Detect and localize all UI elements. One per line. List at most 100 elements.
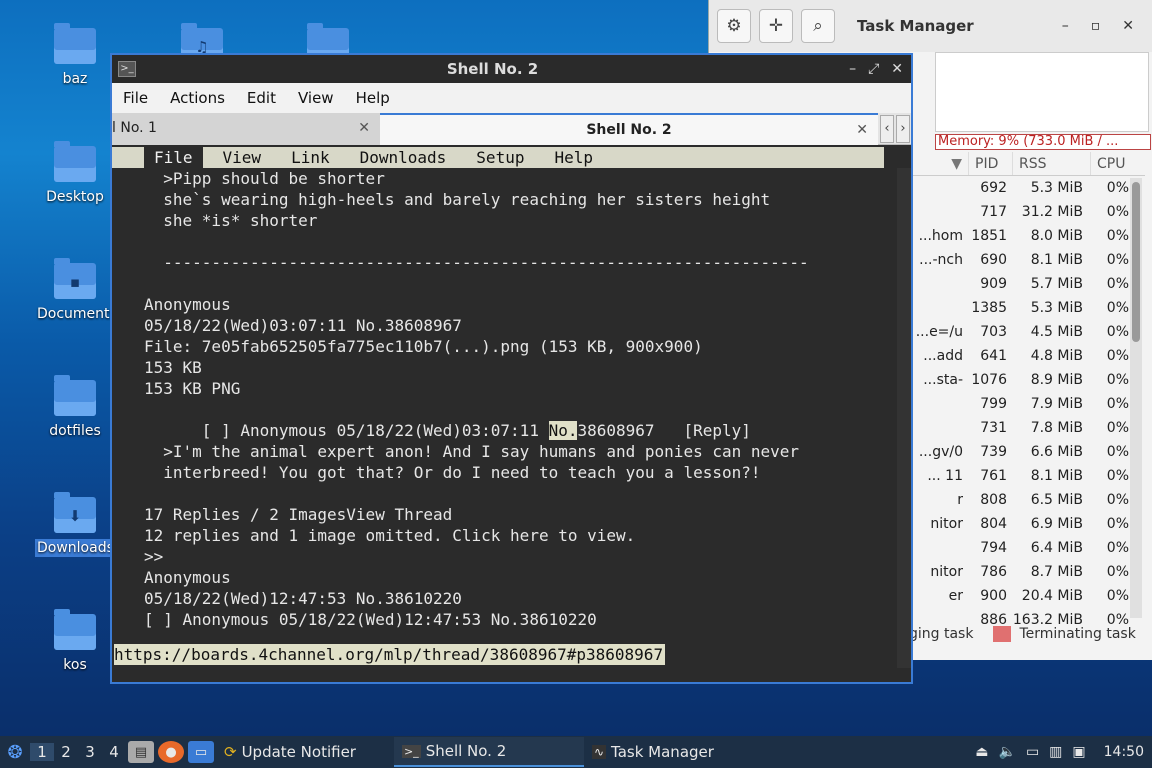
- task-update-notifier[interactable]: ⟳ Update Notifier: [216, 737, 364, 767]
- window-icon[interactable]: ▭: [188, 741, 214, 763]
- task-shell-no-2[interactable]: >_ Shell No. 2: [393, 737, 584, 767]
- volume-icon[interactable]: 🔈: [999, 744, 1016, 760]
- lynx-menu-file[interactable]: File: [144, 147, 203, 168]
- process-row[interactable]: er 900 20.4 MiB 0%: [913, 584, 1135, 608]
- column-header-rss[interactable]: RSS: [1013, 152, 1091, 175]
- menu-edit[interactable]: Edit: [236, 89, 287, 107]
- file-manager-icon[interactable]: ▤: [128, 741, 154, 763]
- workspace-2[interactable]: 2: [54, 743, 78, 761]
- process-row[interactable]: 1385 5.3 MiB 0%: [913, 296, 1135, 320]
- process-row[interactable]: 692 5.3 MiB 0%: [913, 176, 1135, 200]
- tab-scroll-left-icon[interactable]: ‹: [880, 115, 894, 143]
- maximize-icon[interactable]: ▫: [1091, 18, 1101, 34]
- process-rss: 7.8 MiB: [1030, 420, 1083, 436]
- crosshair-icon[interactable]: ✛: [759, 9, 793, 43]
- eject-icon[interactable]: ⏏: [975, 744, 988, 760]
- process-row[interactable]: 909 5.7 MiB 0%: [913, 272, 1135, 296]
- settings-gear-icon[interactable]: ⚙: [717, 9, 751, 43]
- process-row[interactable]: r 808 6.5 MiB 0%: [913, 488, 1135, 512]
- column-header-pid[interactable]: PID: [969, 152, 1013, 175]
- tab-label: l No. 1: [112, 120, 157, 136]
- process-pid: 1385: [971, 300, 1007, 316]
- legend-terminating-label: Terminating task: [1019, 626, 1136, 642]
- process-cpu: 0%: [1106, 420, 1129, 436]
- task-label: Update Notifier: [241, 743, 356, 761]
- desktop-icon-dotfiles[interactable]: dotfiles: [35, 375, 115, 440]
- menu-view[interactable]: View: [287, 89, 345, 107]
- tab-shell-2[interactable]: Shell No. 2 ✕: [380, 113, 878, 145]
- process-row[interactable]: hom... 1851 8.0 MiB 0%: [913, 224, 1135, 248]
- process-row[interactable]: 717 31.2 MiB 0%: [913, 200, 1135, 224]
- maximize-icon[interactable]: ⤢: [868, 61, 879, 77]
- menu-help[interactable]: Help: [345, 89, 401, 107]
- desktop-icon-documents[interactable]: ▪ Documents: [35, 258, 117, 323]
- menu-file[interactable]: File: [112, 89, 159, 107]
- network-icon[interactable]: ▭: [1026, 744, 1039, 760]
- workspace-3[interactable]: 3: [78, 743, 102, 761]
- process-row[interactable]: 799 7.9 MiB 0%: [913, 392, 1135, 416]
- desktop-icon-baz[interactable]: baz: [35, 23, 115, 88]
- process-cpu: 0%: [1106, 564, 1129, 580]
- lynx-menu-setup[interactable]: Setup: [466, 147, 534, 168]
- clock[interactable]: 14:50: [1104, 744, 1144, 760]
- process-rss: 5.7 MiB: [1030, 276, 1083, 292]
- desktop-icon-kos[interactable]: kos: [35, 609, 115, 674]
- tab-shell-1[interactable]: l No. 1 ✕: [112, 113, 380, 145]
- process-cpu: 0%: [1106, 276, 1129, 292]
- process-list-scrollbar[interactable]: [1130, 178, 1142, 618]
- column-header-cpu[interactable]: CPU: [1091, 152, 1137, 175]
- process-name: nitor: [930, 516, 963, 532]
- process-name: r: [957, 492, 963, 508]
- shell-menubar: File Actions Edit View Help: [112, 83, 911, 113]
- tab-scroll-right-icon[interactable]: ›: [896, 115, 910, 143]
- terminal-content[interactable]: File View Link Downloads Setup Help >Pip…: [112, 147, 911, 682]
- process-row[interactable]: -sta... 1076 8.9 MiB 0%: [913, 368, 1135, 392]
- process-row[interactable]: nitor 786 8.7 MiB 0%: [913, 560, 1135, 584]
- process-row[interactable]: e=/u... 703 4.5 MiB 0%: [913, 320, 1135, 344]
- process-row[interactable]: nch-... 690 8.1 MiB 0%: [913, 248, 1135, 272]
- minimize-icon[interactable]: –: [849, 61, 856, 77]
- process-row[interactable]: 731 7.8 MiB 0%: [913, 416, 1135, 440]
- downloads-folder-icon: ⬇: [54, 492, 96, 533]
- workspace-4[interactable]: 4: [102, 743, 126, 761]
- clipboard-icon[interactable]: ▥: [1049, 744, 1062, 760]
- close-icon[interactable]: ✕: [1122, 18, 1134, 34]
- highlighted-link[interactable]: No.: [548, 421, 578, 440]
- desktop-icon-downloads[interactable]: ⬇ Downloads: [35, 492, 115, 557]
- terminal-scrollbar[interactable]: [897, 168, 911, 668]
- terminal-line: she`s wearing high-heels and barely reac…: [144, 190, 771, 209]
- reply-line[interactable]: [ ] Anonymous 05/18/22(Wed)03:07:11 No.3…: [144, 399, 751, 440]
- workspace-1[interactable]: 1: [30, 743, 54, 761]
- process-row[interactable]: 11 ... 761 8.1 MiB 0%: [913, 464, 1135, 488]
- process-name: [913, 272, 963, 296]
- process-pid: 641: [980, 348, 1007, 364]
- desktop-icon-label: dotfiles: [49, 423, 101, 439]
- close-icon[interactable]: ✕: [891, 61, 903, 77]
- process-pid: 703: [980, 324, 1007, 340]
- terminal-line: File: 7e05fab652505fa775ec110b7(...).png…: [144, 337, 703, 356]
- shell-window[interactable]: >_ Shell No. 2 – ⤢ ✕ File Actions Edit V…: [110, 53, 913, 684]
- process-row[interactable]: 0/gv... 739 6.6 MiB 0%: [913, 440, 1135, 464]
- lynx-menu-downloads[interactable]: Downloads: [350, 147, 457, 168]
- desktop-icon-desktop[interactable]: Desktop: [35, 141, 115, 206]
- start-menu-icon[interactable]: ❂: [0, 737, 30, 767]
- process-cpu: 0%: [1106, 540, 1129, 556]
- shell-titlebar[interactable]: >_ Shell No. 2 – ⤢ ✕: [112, 55, 911, 83]
- close-tab-icon[interactable]: ✕: [358, 113, 370, 143]
- process-row[interactable]: 794 6.4 MiB 0%: [913, 536, 1135, 560]
- process-rss: 8.9 MiB: [1030, 372, 1083, 388]
- sort-arrow-icon[interactable]: ▼: [913, 152, 969, 175]
- lynx-menu-view[interactable]: View: [213, 147, 272, 168]
- minimize-icon[interactable]: –: [1062, 18, 1069, 34]
- process-name: [913, 176, 963, 200]
- process-row[interactable]: nitor 804 6.9 MiB 0%: [913, 512, 1135, 536]
- lynx-menu-help[interactable]: Help: [544, 147, 603, 168]
- search-icon[interactable]: ⌕: [801, 9, 835, 43]
- firefox-icon[interactable]: ●: [158, 741, 184, 763]
- task-task-manager[interactable]: ∿ Task Manager: [584, 737, 722, 767]
- menu-actions[interactable]: Actions: [159, 89, 236, 107]
- notification-icon[interactable]: ▣: [1072, 744, 1085, 760]
- lynx-menu-link[interactable]: Link: [281, 147, 340, 168]
- close-tab-icon[interactable]: ✕: [856, 115, 868, 145]
- process-row[interactable]: add... 641 4.8 MiB 0%: [913, 344, 1135, 368]
